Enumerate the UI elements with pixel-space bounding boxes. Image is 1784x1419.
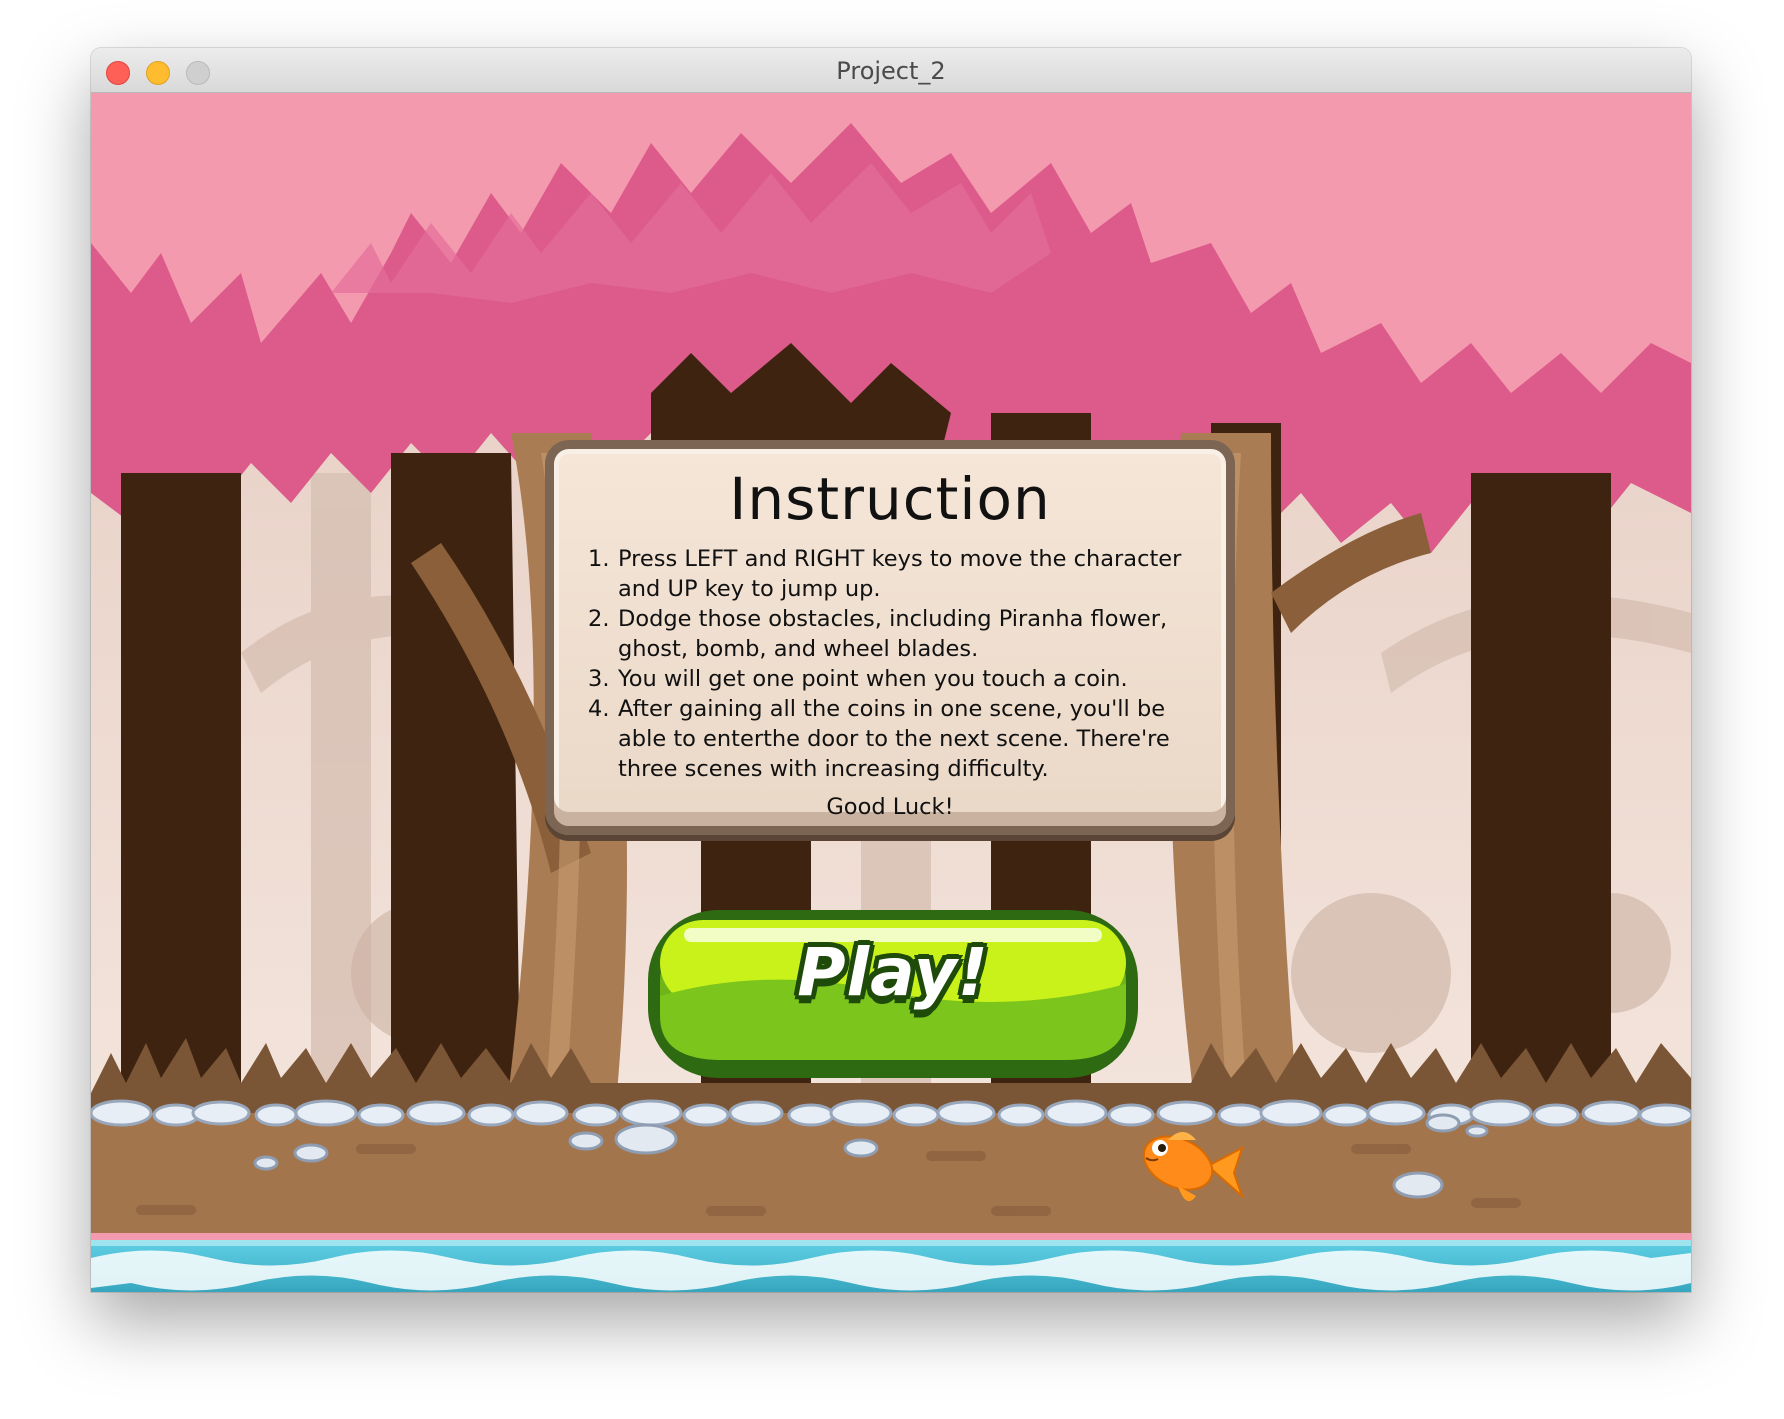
instruction-text: Press LEFT and RIGHT keys to move the ch… (618, 546, 1182, 602)
instruction-list: 1. Press LEFT and RIGHT keys to move the … (588, 544, 1208, 784)
game-scene: Instruction 1. Press LEFT and RIGHT keys … (91, 93, 1691, 1292)
play-button[interactable]: Play! (644, 906, 1142, 1082)
goldfish-icon (1142, 1132, 1245, 1202)
good-luck-text: Good Luck! (826, 794, 954, 820)
instruction-text: Dodge those obstacles, including Piranha… (618, 606, 1168, 662)
instruction-panel: Instruction 1. Press LEFT and RIGHT keys … (545, 440, 1235, 835)
instruction-text: After gaining all the coins in one scene… (618, 696, 1170, 782)
instruction-item: 4. After gaining all the coins in one sce… (588, 696, 1170, 782)
app-window: Project_2 Instruction 1. Press LEFT and … (91, 48, 1691, 1292)
instruction-item: 2. Dodge those obstacles, including Piran… (588, 606, 1168, 662)
instruction-heading: Instruction (729, 465, 1051, 533)
instruction-item: 1. Press LEFT and RIGHT keys to move the … (588, 546, 1182, 602)
instruction-text: You will get one point when you touch a … (618, 666, 1128, 692)
play-button-label: Play! (797, 934, 989, 1011)
instruction-item: 3. You will get one point when you touch … (588, 666, 1128, 692)
title-bar: Project_2 (91, 48, 1691, 93)
window-title: Project_2 (836, 57, 946, 85)
